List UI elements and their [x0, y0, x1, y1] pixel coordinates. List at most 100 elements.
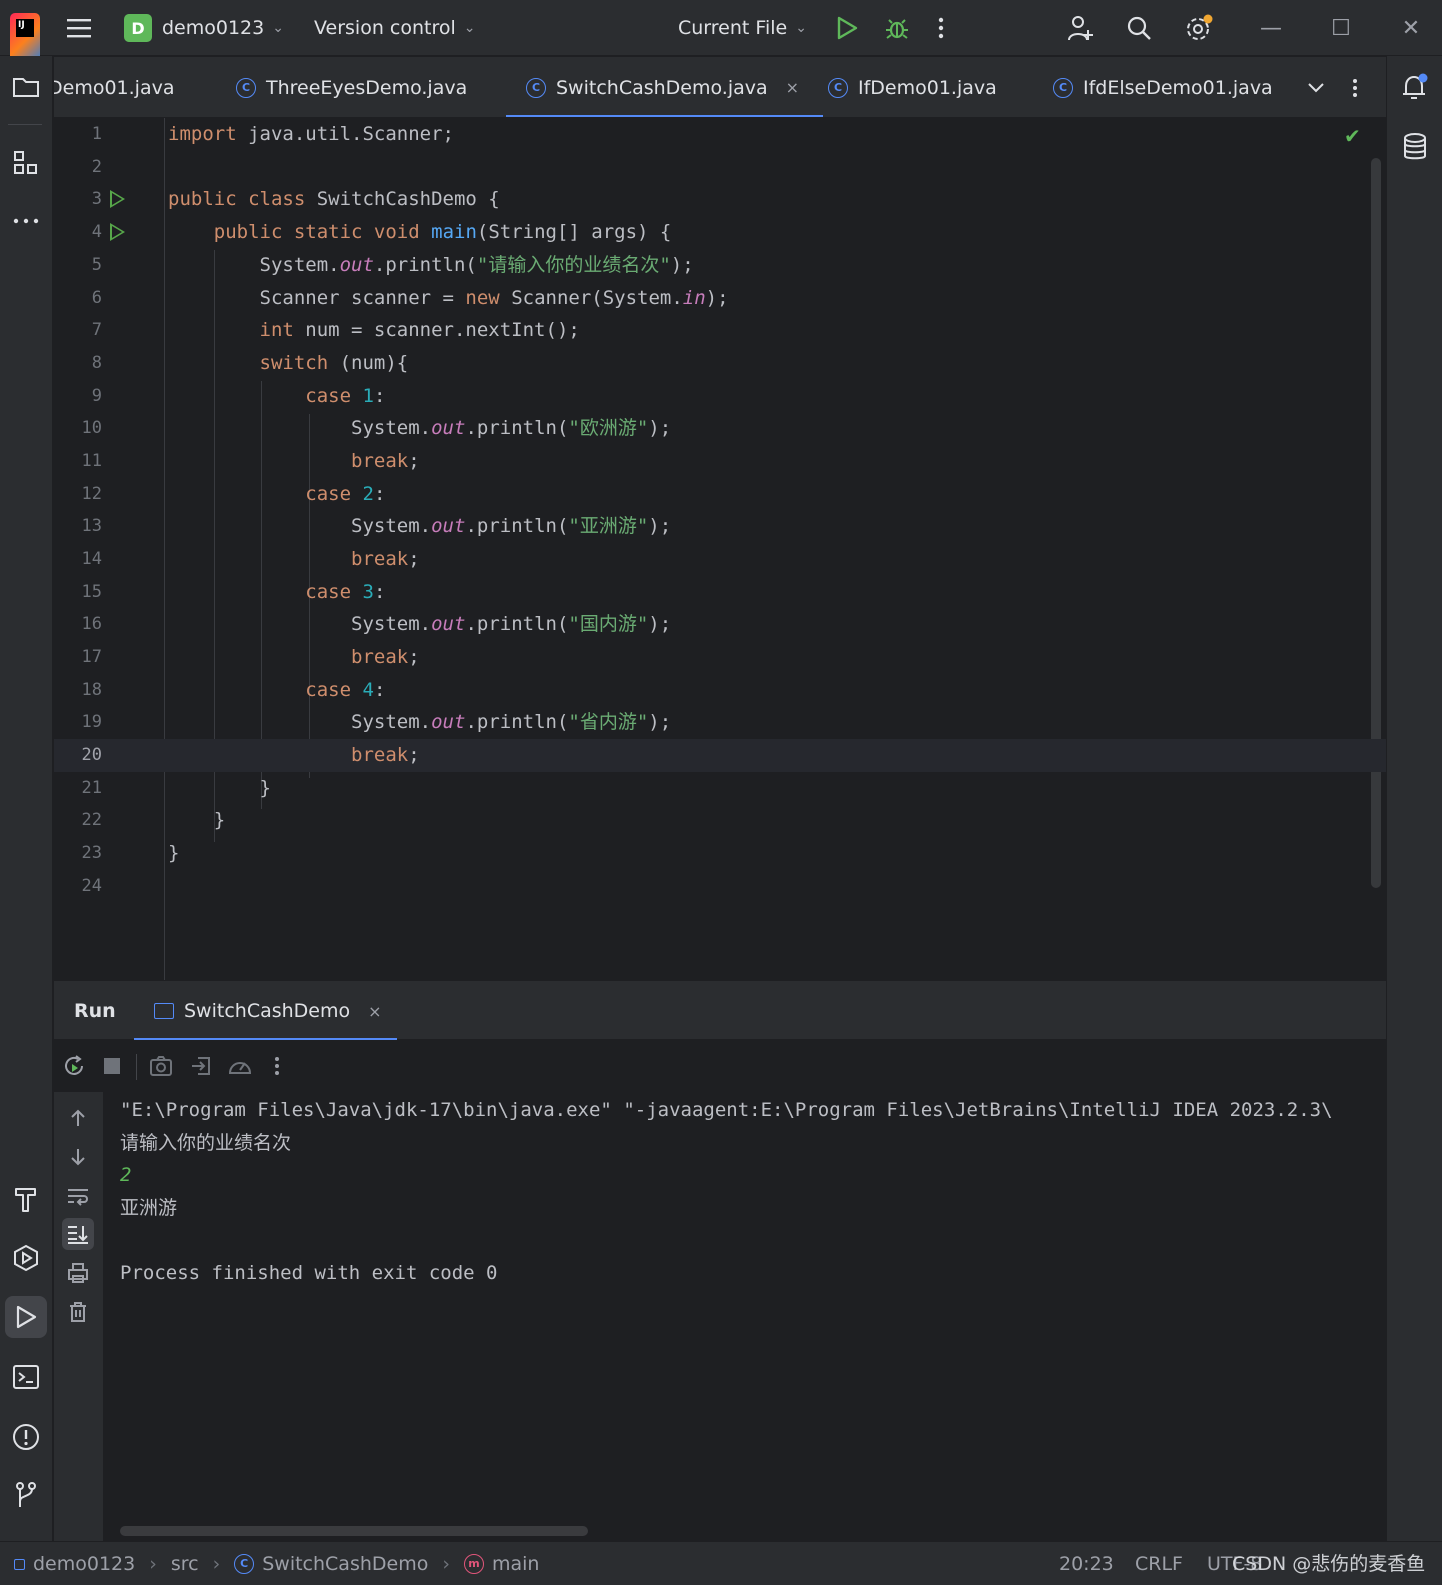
line-number: 2 [91, 157, 102, 177]
more-actions-button[interactable] [938, 0, 944, 56]
java-class-icon: C [234, 1554, 255, 1574]
console-window-icon [154, 1003, 174, 1019]
caret-position[interactable]: 20:23 [1059, 1542, 1114, 1585]
code-line: 21 } [54, 772, 1386, 805]
status-bar: demo0123 › src › C SwitchCashDemo › m ma… [0, 1541, 1442, 1585]
close-icon[interactable]: × [368, 1002, 381, 1021]
clear-all-button[interactable] [62, 1296, 94, 1328]
more-vertical-icon [938, 17, 944, 39]
line-number: 16 [81, 614, 102, 634]
left-tool-strip [0, 56, 53, 1541]
database-icon [1404, 133, 1426, 160]
console-horizontal-scrollbar[interactable] [120, 1526, 588, 1536]
breadcrumb-src[interactable]: src [171, 1542, 199, 1585]
gauge-icon [228, 1062, 252, 1074]
run-gutter-icon[interactable] [110, 223, 125, 241]
chevron-down-icon: ⌄ [272, 20, 284, 36]
tab-threeeyesdemo[interactable]: C ThreeEyesDemo.java [236, 57, 467, 117]
problems-tool-button[interactable] [5, 1416, 47, 1458]
code-line: 23 } [54, 837, 1386, 870]
terminal-tool-button[interactable] [5, 1356, 47, 1398]
tab-ifdemo01[interactable]: C IfDemo01.java [828, 57, 997, 117]
run-configuration-selector[interactable]: Current File ⌄ [678, 0, 807, 56]
console-output[interactable]: "E:\Program Files\Java\jdk-17\bin\java.e… [103, 1092, 1386, 1541]
profiler-button[interactable] [224, 1050, 256, 1082]
line-number: 6 [91, 288, 102, 308]
code-line: 12 case 2: [54, 478, 1386, 511]
structure-tool-button[interactable] [5, 142, 47, 184]
services-tool-button[interactable] [5, 1237, 47, 1279]
breadcrumb-class[interactable]: SwitchCashDemo [262, 1542, 428, 1585]
run-tab-label: SwitchCashDemo [184, 1000, 351, 1022]
line-number: 15 [81, 582, 102, 602]
search-everywhere-button[interactable] [1126, 0, 1152, 56]
run-tool-button[interactable] [5, 1296, 47, 1338]
dump-threads-button[interactable] [145, 1050, 177, 1082]
line-number: 21 [81, 778, 102, 798]
database-tool-button[interactable] [1394, 126, 1436, 168]
arrow-down-icon [71, 1149, 85, 1166]
run-configuration-label: Current File [678, 17, 788, 39]
main-menu-button[interactable] [66, 0, 92, 56]
code-line: 24 [54, 870, 1386, 903]
code-line: 1 import java.util.Scanner; [54, 118, 1386, 151]
console-line-output: 请输入你的业绩名次 [120, 1132, 292, 1154]
hammer-icon [15, 1188, 36, 1212]
project-name: demo0123 [162, 17, 265, 39]
scroll-to-end-button[interactable] [62, 1218, 94, 1250]
more-tools-button[interactable] [5, 200, 47, 242]
run-panel-title: Run [74, 1000, 116, 1022]
git-tool-button[interactable] [5, 1474, 47, 1516]
stop-icon [104, 1058, 120, 1074]
hamburger-menu-icon [67, 19, 91, 38]
tab-list-button[interactable] [1307, 57, 1325, 117]
run-tab-switchcashdemo[interactable]: SwitchCashDemo × [134, 981, 397, 1041]
settings-button[interactable] [1184, 0, 1214, 56]
line-separator[interactable]: CRLF [1135, 1542, 1183, 1585]
code-line: 22 } [54, 804, 1386, 837]
console-line-exit: Process finished with exit code 0 [120, 1262, 498, 1284]
run-icon [837, 16, 858, 40]
debug-button[interactable] [884, 0, 910, 56]
build-tool-button[interactable] [5, 1178, 47, 1220]
more-vertical-icon [1353, 78, 1357, 97]
terminal-icon [13, 1365, 39, 1389]
tab-demo01[interactable]: Demo01.java [54, 57, 175, 117]
version-control-menu[interactable]: Version control ⌄ [314, 0, 476, 56]
run-button[interactable] [836, 0, 858, 56]
soft-wrap-button[interactable] [62, 1180, 94, 1212]
notifications-button[interactable] [1394, 66, 1436, 108]
project-badge: D [124, 14, 152, 42]
close-icon[interactable]: × [786, 78, 799, 97]
stop-button[interactable] [96, 1050, 128, 1082]
rerun-button[interactable] [58, 1050, 90, 1082]
breadcrumb-method[interactable]: main [492, 1542, 539, 1585]
code-with-me-button[interactable] [1066, 0, 1094, 56]
print-button[interactable] [62, 1257, 94, 1289]
code-editor[interactable]: ✔ 1 import java.util.Scanner; 2 3 public… [54, 118, 1386, 980]
tab-more-button[interactable] [1352, 57, 1358, 117]
breadcrumb-project[interactable]: demo0123 [33, 1542, 135, 1585]
arrow-up-icon [71, 1109, 85, 1126]
scroll-down-button[interactable] [62, 1141, 94, 1173]
line-number: 11 [81, 451, 102, 471]
tab-switchcashdemo[interactable]: C SwitchCashDemo.java × [505, 57, 824, 117]
exit-button[interactable] [185, 1050, 217, 1082]
maximize-button[interactable]: ☐ [1313, 0, 1369, 56]
close-window-button[interactable]: ✕ [1383, 0, 1439, 56]
run-toolbar [54, 1040, 1386, 1092]
code-line: 19 System.out.println("省内游"); [54, 706, 1386, 739]
line-number: 23 [81, 843, 102, 863]
code-line: 17 break; [54, 641, 1386, 674]
tab-label: IfdElseDemo01.java [1083, 76, 1273, 99]
scroll-up-button[interactable] [62, 1102, 94, 1134]
run-gutter-icon[interactable] [110, 190, 125, 208]
minimize-button[interactable]: — [1243, 0, 1299, 56]
tab-ifdelsedemo01[interactable]: C IfdElseDemo01.java [1053, 57, 1273, 117]
tab-label: Demo01.java [54, 76, 175, 99]
more-run-actions-button[interactable] [261, 1050, 293, 1082]
project-selector[interactable]: D demo0123 ⌄ [124, 0, 284, 56]
code-line: 13 System.out.println("亚洲游"); [54, 510, 1386, 543]
project-tool-button[interactable] [5, 66, 47, 108]
line-number: 5 [91, 255, 102, 275]
